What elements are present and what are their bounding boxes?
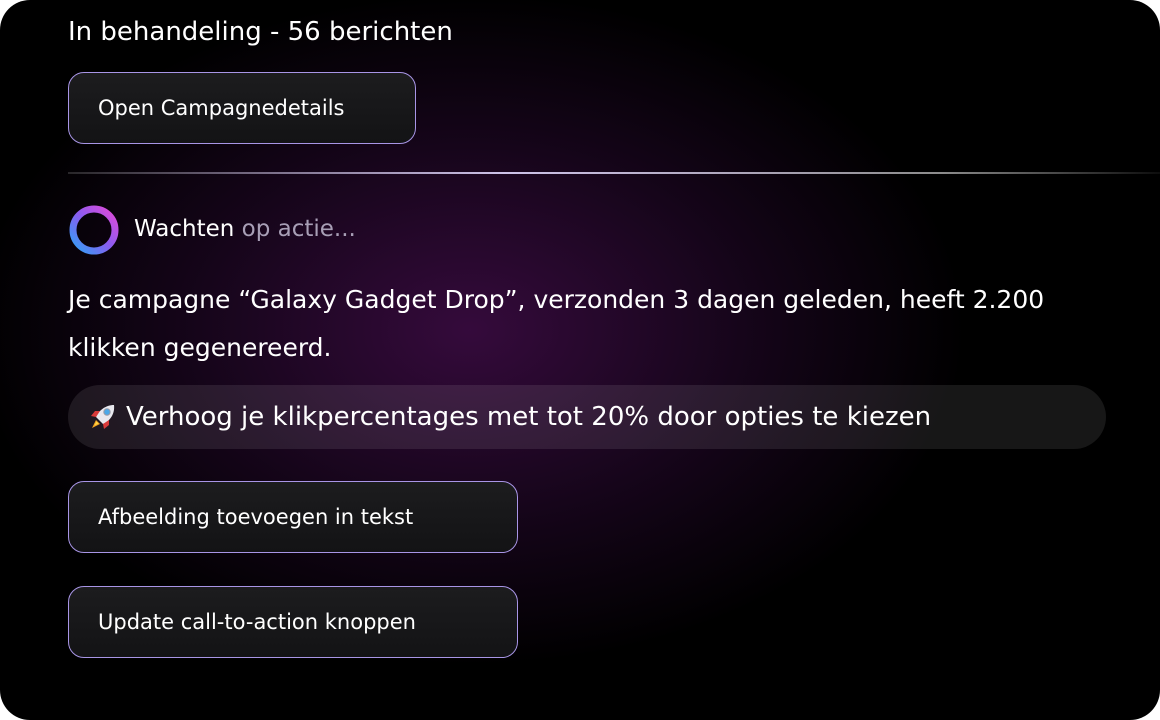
update-cta-buttons-button[interactable]: Update call-to-action knoppen	[68, 586, 518, 658]
assistant-status-sub: op actie...	[234, 216, 356, 242]
add-image-in-text-button[interactable]: Afbeelding toevoegen in tekst	[68, 481, 518, 553]
assistant-message: Je campagne “Galaxy Gadget Drop”, verzon…	[68, 285, 1045, 362]
suggestion-banner: Verhoog je klikpercentages met tot 20% d…	[68, 385, 1106, 449]
assistant-status: Wachten op actie...	[134, 212, 356, 246]
campaign-status: In behandeling - 56 berichten	[68, 17, 453, 47]
assistant-ring-icon	[69, 205, 119, 255]
divider	[68, 172, 1160, 174]
assistant-status-main: Wachten	[134, 216, 235, 242]
rocket-icon	[91, 405, 115, 429]
campaign-panel: In behandeling - 56 berichten Open Campa…	[0, 0, 1160, 720]
suggestion-text: Verhoog je klikpercentages met tot 20% d…	[126, 402, 932, 432]
open-campaign-details-button[interactable]: Open Campagnedetails	[68, 72, 416, 144]
